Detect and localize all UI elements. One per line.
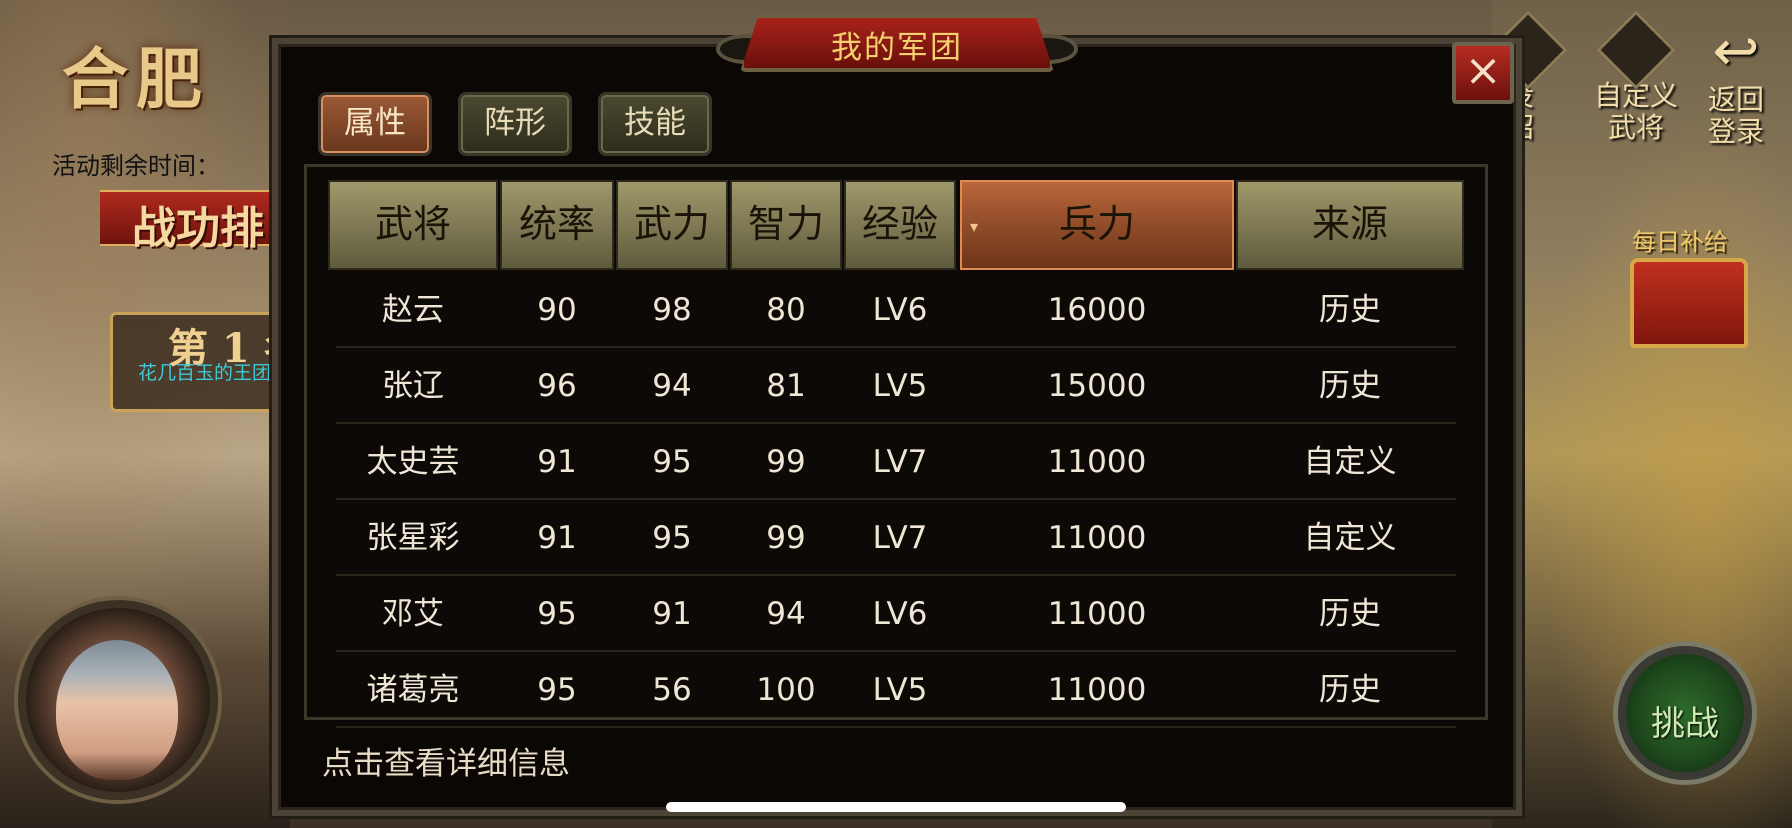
table-cell: 15000 xyxy=(1047,368,1147,404)
sort-descending-icon: ▾ xyxy=(970,217,979,236)
table-cell: 16000 xyxy=(1047,292,1147,328)
table-cell: 11000 xyxy=(1047,672,1147,708)
column-header-force[interactable]: 武力 xyxy=(616,180,728,270)
column-header-command[interactable]: 统率 xyxy=(500,180,614,270)
table-cell: 95 xyxy=(652,444,692,480)
table-cell: 张辽 xyxy=(382,368,444,404)
table-cell: LV6 xyxy=(872,596,928,632)
table-cell: 81 xyxy=(766,368,806,404)
table-cell: 历史 xyxy=(1319,672,1381,708)
table-cell: 历史 xyxy=(1319,596,1381,632)
table-cell: 自定义 xyxy=(1303,444,1397,480)
menu-return-login-label: 返回 登录 xyxy=(1708,83,1765,148)
column-header-experience[interactable]: 经验 xyxy=(844,180,956,270)
tab-attributes[interactable]: 属性 xyxy=(318,92,432,156)
table-cell: 80 xyxy=(766,292,806,328)
table-cell: 91 xyxy=(537,520,577,556)
table-cell: 90 xyxy=(537,292,577,328)
challenge-button-label: 挑战 xyxy=(1651,704,1719,744)
home-indicator xyxy=(666,802,1126,812)
table-cell: 11000 xyxy=(1047,520,1147,556)
table-cell: 91 xyxy=(537,444,577,480)
dialog-title: 我的军团 xyxy=(831,30,963,66)
menu-custom-general[interactable]: 自定义 武将 xyxy=(1594,10,1678,144)
table-cell: 自定义 xyxy=(1303,520,1397,556)
table-cell: LV5 xyxy=(872,672,928,708)
table-cell: 56 xyxy=(652,672,692,708)
column-header-source[interactable]: 来源 xyxy=(1236,180,1464,270)
table-cell: 太史芸 xyxy=(366,444,460,480)
tab-skills[interactable]: 技能 xyxy=(598,92,712,156)
close-button[interactable]: × xyxy=(1452,42,1514,104)
table-cell: LV7 xyxy=(872,520,928,556)
event-title: 合肥 xyxy=(62,40,210,118)
table-cell: 诸葛亮 xyxy=(366,672,460,708)
return-arrow-icon: ↩ xyxy=(1712,19,1760,84)
column-header-general[interactable]: 武将 xyxy=(328,180,498,270)
table-cell: 95 xyxy=(537,596,577,632)
table-cell: LV7 xyxy=(872,444,928,480)
table-cell: 99 xyxy=(766,520,806,556)
column-header-troops[interactable]: 兵力 xyxy=(960,180,1234,270)
table-cell: 赵云 xyxy=(382,292,444,328)
table-cell: 100 xyxy=(756,672,816,708)
table-cell: 11000 xyxy=(1047,596,1147,632)
table-cell: 94 xyxy=(766,596,806,632)
rank-banner-label: 战功排 xyxy=(132,203,264,254)
column-header-intelligence[interactable]: 智力 xyxy=(730,180,842,270)
hint-text: 点击查看详细信息 xyxy=(322,746,570,782)
menu-return-login[interactable]: ↩ 返回 登录 xyxy=(1708,22,1764,148)
custom-general-icon xyxy=(1596,10,1676,90)
table-cell: 91 xyxy=(652,596,692,632)
player-avatar xyxy=(56,640,178,780)
table-cell: 邓艾 xyxy=(382,596,444,632)
table-cell: 99 xyxy=(766,444,806,480)
table-cell: 98 xyxy=(652,292,692,328)
table-cell: 张星彩 xyxy=(366,520,460,556)
tab-formation[interactable]: 阵形 xyxy=(458,92,572,156)
table-cell: 95 xyxy=(537,672,577,708)
table-cell: 历史 xyxy=(1319,368,1381,404)
table-cell: 96 xyxy=(537,368,577,404)
table-cell: LV5 xyxy=(872,368,928,404)
table-cell: LV6 xyxy=(872,292,928,328)
table-cell: 11000 xyxy=(1047,444,1147,480)
daily-supply-label: 每日补给 xyxy=(1632,228,1728,256)
treasure-chest-icon[interactable] xyxy=(1630,258,1748,348)
event-time-remaining-label: 活动剩余时间： xyxy=(52,152,220,180)
table-cell: 95 xyxy=(652,520,692,556)
table-cell: 94 xyxy=(652,368,692,404)
rank-player-name: 花几百玉的王团 xyxy=(137,362,271,384)
table-cell: 历史 xyxy=(1319,292,1381,328)
